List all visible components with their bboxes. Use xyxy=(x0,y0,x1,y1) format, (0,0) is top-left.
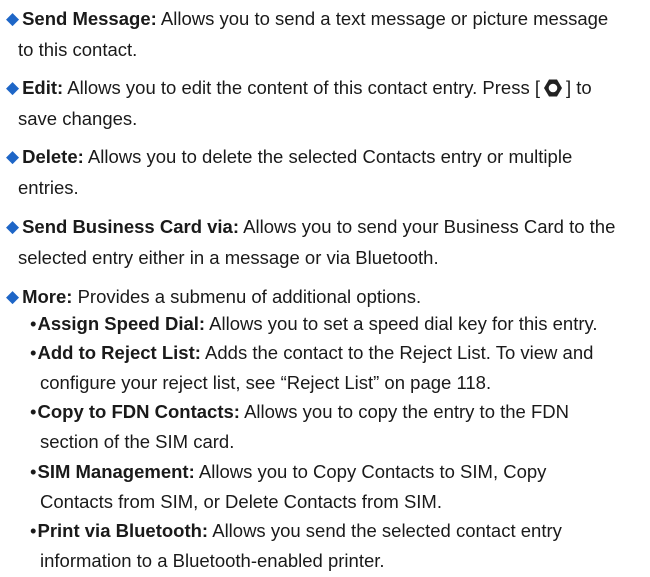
suboption-assign-speed-dial: •Assign Speed Dial: Allows you to set a … xyxy=(30,309,646,339)
option-edit: ◆ Edit: Allows you to edit the content of… xyxy=(6,73,646,134)
option-description: Allows you to delete the selected Contac… xyxy=(83,146,573,167)
diamond-bullet-icon: ◆ xyxy=(6,78,20,97)
option-delete: ◆ Delete: Allows you to delete the select… xyxy=(6,142,646,203)
option-term: Send Business Card via: xyxy=(22,216,240,237)
option-term: Delete: xyxy=(22,146,84,167)
option-term: More: xyxy=(22,286,73,307)
option-description-cont: to this contact. xyxy=(18,39,138,60)
sub-bullet: • xyxy=(30,520,37,541)
suboption-description-cont: section of the SIM card. xyxy=(40,431,235,452)
suboption-description: Allows you send the selected contact ent… xyxy=(208,520,562,541)
suboption-add-to-reject-list: •Add to Reject List: Adds the contact to… xyxy=(30,338,646,398)
option-description: Allows you to send your Business Card to… xyxy=(239,216,616,237)
suboption-description: Adds the contact to the Reject List. To … xyxy=(200,342,594,363)
suboption-description: Allows you to copy the entry to the FDN xyxy=(239,401,569,422)
sub-bullet: • xyxy=(30,313,37,334)
suboption-print-via-bluetooth: •Print via Bluetooth: Allows you send th… xyxy=(30,516,646,576)
option-description-cont: entries. xyxy=(18,177,79,198)
suboption-term: Copy to FDN Contacts: xyxy=(37,401,240,422)
diamond-bullet-icon: ◆ xyxy=(6,217,20,236)
diamond-bullet-icon: ◆ xyxy=(6,147,20,166)
suboption-term: Assign Speed Dial: xyxy=(37,313,206,334)
manual-page: ◆ Send Message: Allows you to send a text… xyxy=(0,0,650,577)
suboption-description-cont: configure your reject list, see “Reject … xyxy=(40,372,492,393)
option-send-business-card: ◆ Send Business Card via: Allows you to s… xyxy=(6,212,646,273)
suboption-copy-to-fdn: •Copy to FDN Contacts: Allows you to cop… xyxy=(30,397,646,457)
suboption-term: SIM Management: xyxy=(37,461,195,482)
sub-bullet: • xyxy=(30,401,37,422)
option-term: Edit: xyxy=(22,77,64,98)
diamond-bullet-icon: ◆ xyxy=(6,287,20,306)
suboption-description: Allows you to set a speed dial key for t… xyxy=(205,313,598,334)
option-description-cont: save changes. xyxy=(18,108,138,129)
option-description-cont: selected entry either in a message or vi… xyxy=(18,247,439,268)
suboption-description-cont: Contacts from SIM, or Delete Contacts fr… xyxy=(40,491,442,512)
option-description: Allows you to edit the content of this c… xyxy=(63,77,540,98)
suboption-description-cont: information to a Bluetooth-enabled print… xyxy=(40,550,385,571)
suboption-description: Allows you to Copy Contacts to SIM, Copy xyxy=(194,461,547,482)
suboption-term: Add to Reject List: xyxy=(37,342,201,363)
diamond-bullet-icon: ◆ xyxy=(6,9,20,28)
option-description: Allows you to send a text message or pic… xyxy=(156,8,609,29)
sub-bullet: • xyxy=(30,461,37,482)
sub-bullet: • xyxy=(30,342,37,363)
option-description: Provides a submenu of additional options… xyxy=(72,286,422,307)
option-term: Send Message: xyxy=(22,8,157,29)
suboption-sim-management: •SIM Management: Allows you to Copy Cont… xyxy=(30,457,646,517)
center-select-key-icon xyxy=(543,79,562,97)
option-description-end: ] to xyxy=(565,77,592,98)
suboption-term: Print via Bluetooth: xyxy=(37,520,209,541)
option-send-message: ◆ Send Message: Allows you to send a text… xyxy=(6,4,646,65)
